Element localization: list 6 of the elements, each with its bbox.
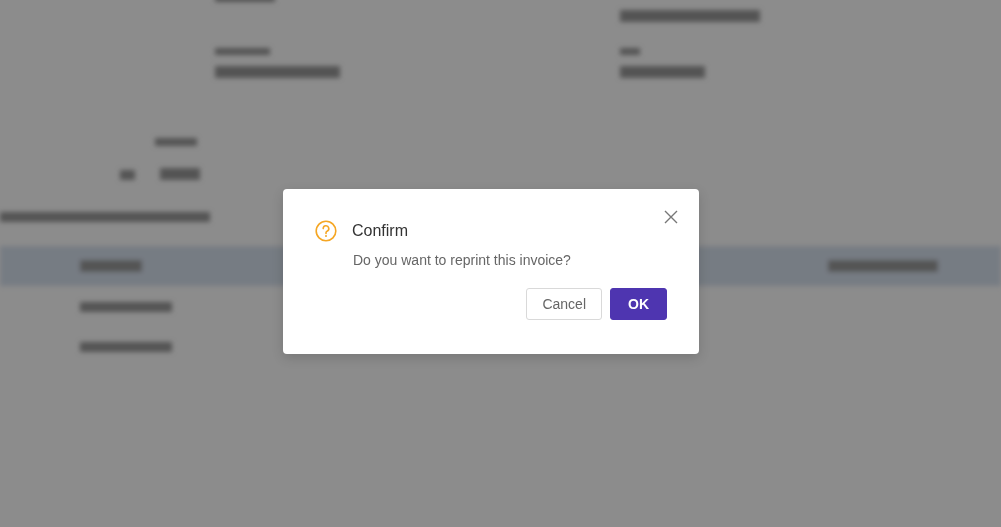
dialog-title: Confirm bbox=[352, 222, 408, 240]
cancel-button[interactable]: Cancel bbox=[526, 288, 602, 320]
ok-button[interactable]: OK bbox=[610, 288, 667, 320]
question-icon bbox=[315, 220, 337, 242]
close-icon[interactable] bbox=[664, 210, 678, 224]
dialog-message: Do you want to reprint this invoice? bbox=[353, 252, 572, 268]
